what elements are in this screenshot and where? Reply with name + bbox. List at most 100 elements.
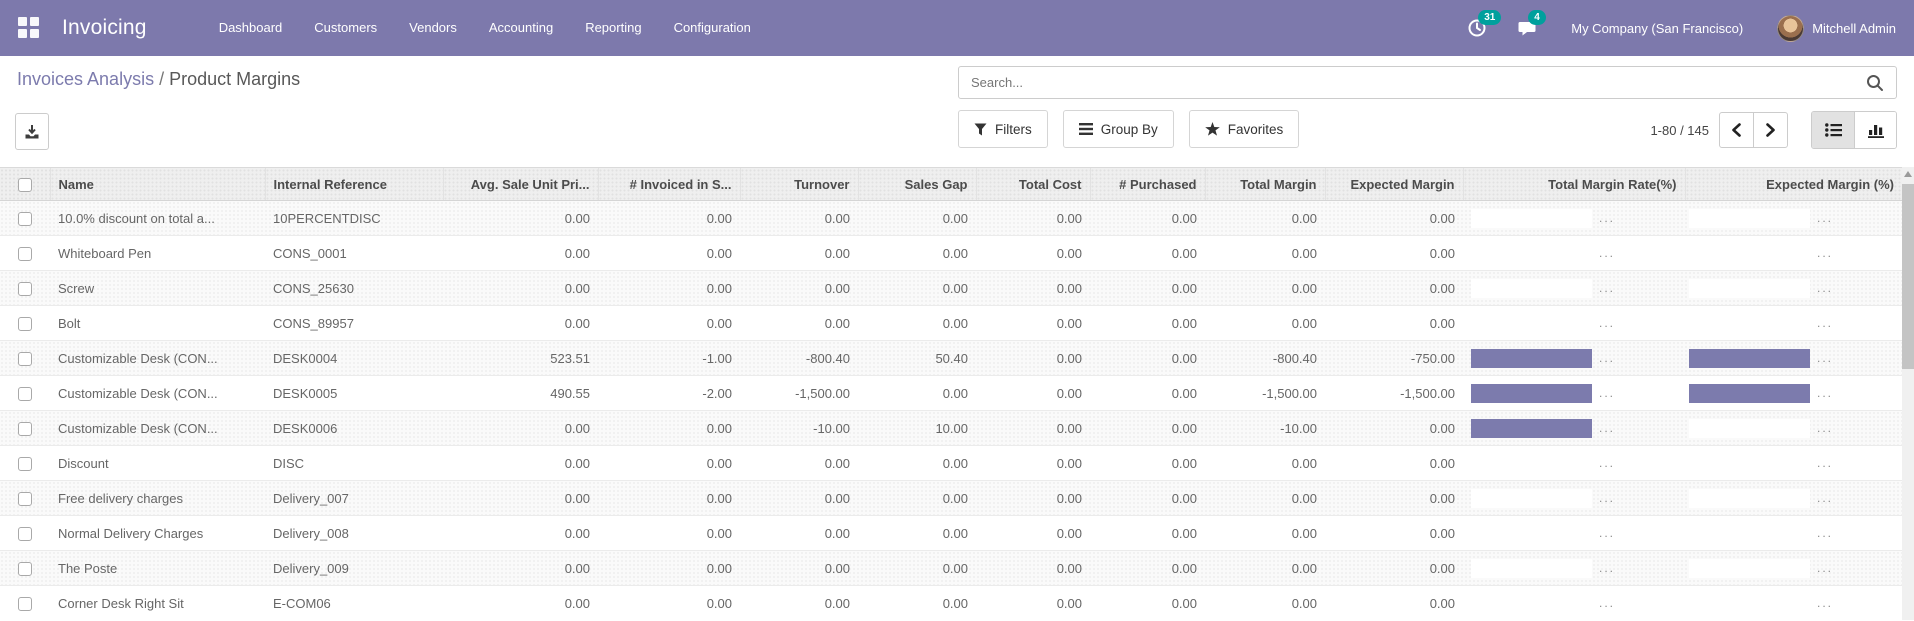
row-checkbox[interactable] (18, 421, 32, 436)
column-header-total_cost[interactable]: Total Cost (975, 167, 1090, 201)
download-icon (24, 124, 40, 140)
group-by-button[interactable]: Group By (1062, 110, 1174, 148)
bar-ellipsis: ... (1817, 491, 1834, 505)
column-header-turnover[interactable]: Turnover (739, 167, 858, 201)
cell-name: Customizable Desk (CON... (50, 375, 265, 411)
row-checkbox[interactable] (18, 281, 32, 296)
row-checkbox[interactable] (18, 456, 32, 471)
cell-sales-gap: 0.00 (858, 515, 976, 551)
cell-purchased: 0.00 (1090, 375, 1205, 411)
column-header-sales_gap[interactable]: Sales Gap (857, 167, 976, 201)
table-row[interactable]: Customizable Desk (CON... DESK0005 490.55-… (0, 375, 1902, 411)
pager-previous-button[interactable] (1719, 112, 1754, 148)
row-checkbox[interactable] (18, 211, 32, 226)
cell-invoiced: 0.00 (598, 305, 740, 341)
export-button[interactable] (15, 113, 49, 150)
column-header-margin_rate_fill[interactable]: Total Margin Rate(%) (1462, 167, 1685, 201)
cell-expected-margin: 0.00 (1325, 305, 1463, 341)
search-input[interactable] (959, 75, 1854, 90)
pager-next-button[interactable] (1753, 112, 1788, 148)
cell-sales-gap: 0.00 (858, 235, 976, 271)
table-row[interactable]: Screw CONS_25630 0.00 0.00 0.00 0.00 0.00 0.00 0… (0, 270, 1902, 306)
column-header-name[interactable]: Name (49, 167, 265, 201)
messages-menu-button[interactable]: 4 (1517, 10, 1546, 38)
menu-item-customers[interactable]: Customers (298, 0, 393, 56)
scroll-up-arrow-icon[interactable] (1904, 171, 1912, 177)
menu-item-reporting[interactable]: Reporting (569, 0, 657, 56)
apps-menu-button[interactable] (18, 17, 40, 39)
row-checkbox[interactable] (18, 316, 32, 331)
bar-ellipsis: ... (1599, 421, 1616, 435)
row-checkbox[interactable] (18, 351, 32, 366)
table-row[interactable]: Bolt CONS_89957 0.00 0.00 0.00 0.00 0.00 0.00 0.… (0, 305, 1902, 341)
user-menu[interactable]: Mitchell Admin (1777, 14, 1896, 42)
search-icon[interactable] (1854, 74, 1896, 92)
menu-item-configuration[interactable]: Configuration (658, 0, 767, 56)
select-all-checkbox[interactable] (17, 177, 32, 192)
column-header-avg_sale[interactable]: Avg. Sale Unit Pri... (442, 167, 598, 201)
cell-expected-margin: 0.00 (1325, 445, 1463, 481)
column-header-purchased[interactable]: # Purchased (1089, 167, 1205, 201)
app-name[interactable]: Invoicing (62, 16, 147, 40)
table-row[interactable]: Whiteboard Pen CONS_0001 0.00 0.00 0.00 0.00 0… (0, 235, 1902, 271)
cell-margin-rate-fill: ... (1463, 480, 1685, 516)
list-view-button[interactable] (1812, 112, 1854, 148)
cell-margin-rate-fill: ... (1463, 235, 1685, 271)
cell-total-cost: 0.00 (976, 585, 1090, 621)
row-select-cell (0, 200, 50, 236)
total-margin-rate-bar (1471, 208, 1592, 228)
chevron-left-icon (1731, 123, 1742, 137)
row-checkbox[interactable] (18, 597, 32, 612)
table-row[interactable]: Discount DISC 0.00 0.00 0.00 0.00 0.00 0.00 0.00… (0, 445, 1902, 481)
bar-ellipsis: ... (1599, 316, 1616, 330)
cell-total-margin: 0.00 (1205, 200, 1325, 236)
table-row[interactable]: Customizable Desk (CON... DESK0004 523.51-… (0, 340, 1902, 376)
table-row[interactable]: Free delivery charges Delivery_007 0.00 0.0… (0, 480, 1902, 516)
cell-purchased: 0.00 (1090, 340, 1205, 376)
column-header-ref[interactable]: Internal Reference (264, 167, 443, 201)
cell-purchased: 0.00 (1090, 200, 1205, 236)
column-header-invoiced[interactable]: # Invoiced in S... (597, 167, 740, 201)
row-checkbox[interactable] (18, 246, 32, 261)
row-checkbox[interactable] (18, 561, 32, 576)
filter-funnel-icon (974, 123, 987, 136)
cell-avg-sale: 0.00 (443, 480, 598, 516)
table-row[interactable]: The Poste Delivery_009 0.00 0.00 0.00 0.00 0.0… (0, 550, 1902, 586)
scrollbar-thumb[interactable] (1902, 184, 1914, 369)
cell-expected-rate-fill: ... (1685, 200, 1902, 236)
menu-item-dashboard[interactable]: Dashboard (203, 0, 299, 56)
row-select-cell (0, 340, 50, 376)
bar-ellipsis: ... (1817, 386, 1834, 400)
row-checkbox[interactable] (18, 491, 32, 506)
cell-turnover: 0.00 (740, 515, 858, 551)
menu-item-accounting[interactable]: Accounting (473, 0, 569, 56)
table-row[interactable]: Normal Delivery Charges Delivery_008 0.00 0… (0, 515, 1902, 551)
bar-ellipsis: ... (1599, 561, 1616, 575)
vertical-scrollbar[interactable] (1902, 167, 1914, 620)
table-row[interactable]: Corner Desk Right Sit E-COM06 0.00 0.00 0.00… (0, 585, 1902, 621)
graph-view-button[interactable] (1854, 112, 1896, 148)
company-switcher[interactable]: My Company (San Francisco) (1571, 21, 1743, 36)
cell-margin-rate-fill: ... (1463, 305, 1685, 341)
filters-button[interactable]: Filters (958, 110, 1048, 148)
cell-total-margin: 0.00 (1205, 515, 1325, 551)
activity-menu-button[interactable]: 31 (1467, 10, 1502, 38)
column-header-expected_rate_fill[interactable]: Expected Margin (%) (1684, 167, 1902, 201)
bar-ellipsis: ... (1817, 316, 1834, 330)
table-body: 10.0% discount on total a... 10PERCENTDIS… (0, 200, 1902, 621)
favorites-button[interactable]: Favorites (1188, 110, 1300, 148)
table-row[interactable]: 10.0% discount on total a... 10PERCENTDIS… (0, 200, 1902, 236)
bar-ellipsis: ... (1599, 596, 1616, 611)
bar-ellipsis: ... (1599, 386, 1616, 400)
cell-margin-rate-fill: ... (1463, 550, 1685, 586)
cell-ref: CONS_25630 (265, 270, 443, 306)
breadcrumb-parent-link[interactable]: Invoices Analysis (17, 69, 154, 89)
bar-ellipsis: ... (1599, 281, 1616, 295)
cell-name: Customizable Desk (CON... (50, 340, 265, 376)
menu-item-vendors[interactable]: Vendors (393, 0, 473, 56)
column-header-expected_margin[interactable]: Expected Margin (1324, 167, 1463, 201)
row-checkbox[interactable] (18, 526, 32, 541)
table-row[interactable]: Customizable Desk (CON... DESK0006 0.00 0.0… (0, 410, 1902, 446)
row-checkbox[interactable] (18, 386, 32, 401)
column-header-total_margin[interactable]: Total Margin (1204, 167, 1325, 201)
